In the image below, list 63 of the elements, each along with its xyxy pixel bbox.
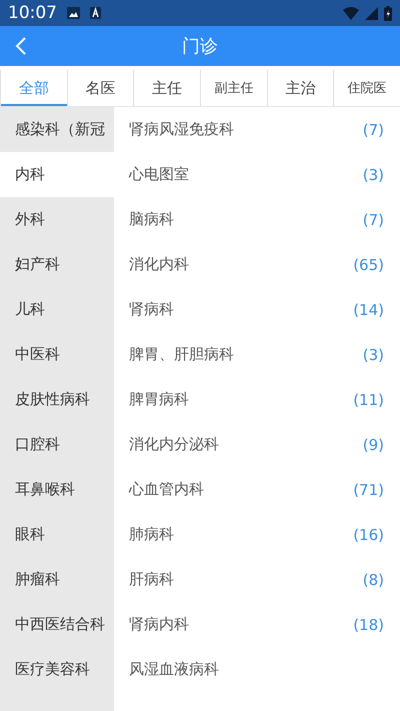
subdepartment-row[interactable]: 心血管内科 (71) [114,467,400,512]
department-item[interactable]: 皮肤性病科 [0,377,114,422]
doctor-count: (7) [362,120,384,138]
doctor-count: (7) [362,210,384,228]
doctor-count: (65) [353,256,384,274]
subdepartment-name: 心电图室 [129,165,189,184]
filter-tab[interactable]: 副主任 [200,70,267,106]
subdepartment-row[interactable]: 肾病风湿免疫科 (7) [114,107,400,152]
subdepartment-row[interactable]: 肾病内科 (18) [114,602,400,647]
department-item[interactable]: 感染科（新冠 [0,107,114,152]
doctor-count: (16) [353,526,384,544]
department-item[interactable]: 耳鼻喉科 [0,467,114,512]
subdepartment-row[interactable]: 消化内科 (65) [114,242,400,287]
subdepartment-row[interactable]: 肺病科 (16) [114,512,400,557]
subdepartment-name: 脾胃、肝胆病科 [129,345,234,364]
doctor-count: (9) [362,436,384,454]
subdepartment-name: 心血管内科 [129,480,204,499]
doctor-count: (3) [362,166,384,184]
status-time: 10:07 [8,3,57,23]
subdepartment-name: 风湿血液病科 [129,660,219,679]
subdepartment-row[interactable]: 脾胃、肝胆病科 (3) [114,332,400,377]
doctor-count: (18) [353,616,384,634]
department-item[interactable]: 中医科 [0,332,114,377]
image-icon [67,7,80,19]
department-item[interactable]: 医疗美容科 [0,647,114,692]
department-item[interactable]: 口腔科 [0,422,114,467]
page-title: 门诊 [182,35,218,58]
subdepartment-name: 肾病科 [129,300,174,319]
subdepartment-name: 消化内分泌科 [129,435,219,454]
filter-tab[interactable]: 主治 [266,70,334,106]
department-item[interactable]: 眼科 [0,512,114,557]
wifi-icon [343,6,359,20]
department-item[interactable]: 妇产科 [0,242,114,287]
department-item[interactable]: 肿瘤科 [0,557,114,602]
subdepartment-name: 消化内科 [129,255,189,274]
subdepartment-name: 肺病科 [129,525,174,544]
filter-tab[interactable]: 住院医 [333,70,400,106]
signal-icon [365,6,378,20]
subdepartment-row[interactable]: 心电图室 (3) [114,152,400,197]
subdepartment-row[interactable]: 风湿血液病科 [114,647,400,692]
subdepartment-row[interactable]: 肾病科 (14) [114,287,400,332]
doctor-count: (71) [353,480,384,498]
department-item[interactable]: 中西医结合科 [0,602,114,647]
subdepartment-name: 肾病风湿免疫科 [129,120,234,139]
letter-a-icon [90,7,101,19]
filter-tab[interactable]: 主任 [133,70,200,106]
department-item[interactable]: 外科 [0,197,114,242]
subdepartment-name: 脑病科 [129,210,174,229]
subdepartment-row[interactable]: 脑病科 (7) [114,197,400,242]
filter-tab[interactable]: 名医 [66,70,134,106]
subdepartment-name: 脾胃病科 [129,390,189,409]
subdepartment-name: 肾病内科 [129,615,189,634]
doctor-count: (14) [353,300,384,318]
subdepartment-row[interactable]: 脾胃病科 (11) [114,377,400,422]
doctor-count: (11) [353,390,384,408]
doctor-count: (8) [362,570,384,588]
doctor-count: (3) [362,346,384,364]
subdepartment-name: 肝病科 [129,570,174,589]
department-item[interactable]: 内科 [0,152,114,197]
battery-icon [384,6,392,20]
subdepartment-row[interactable]: 消化内分泌科 (9) [114,422,400,467]
department-item[interactable]: 儿科 [0,287,114,332]
subdepartment-row[interactable]: 肝病科 (8) [114,557,400,602]
